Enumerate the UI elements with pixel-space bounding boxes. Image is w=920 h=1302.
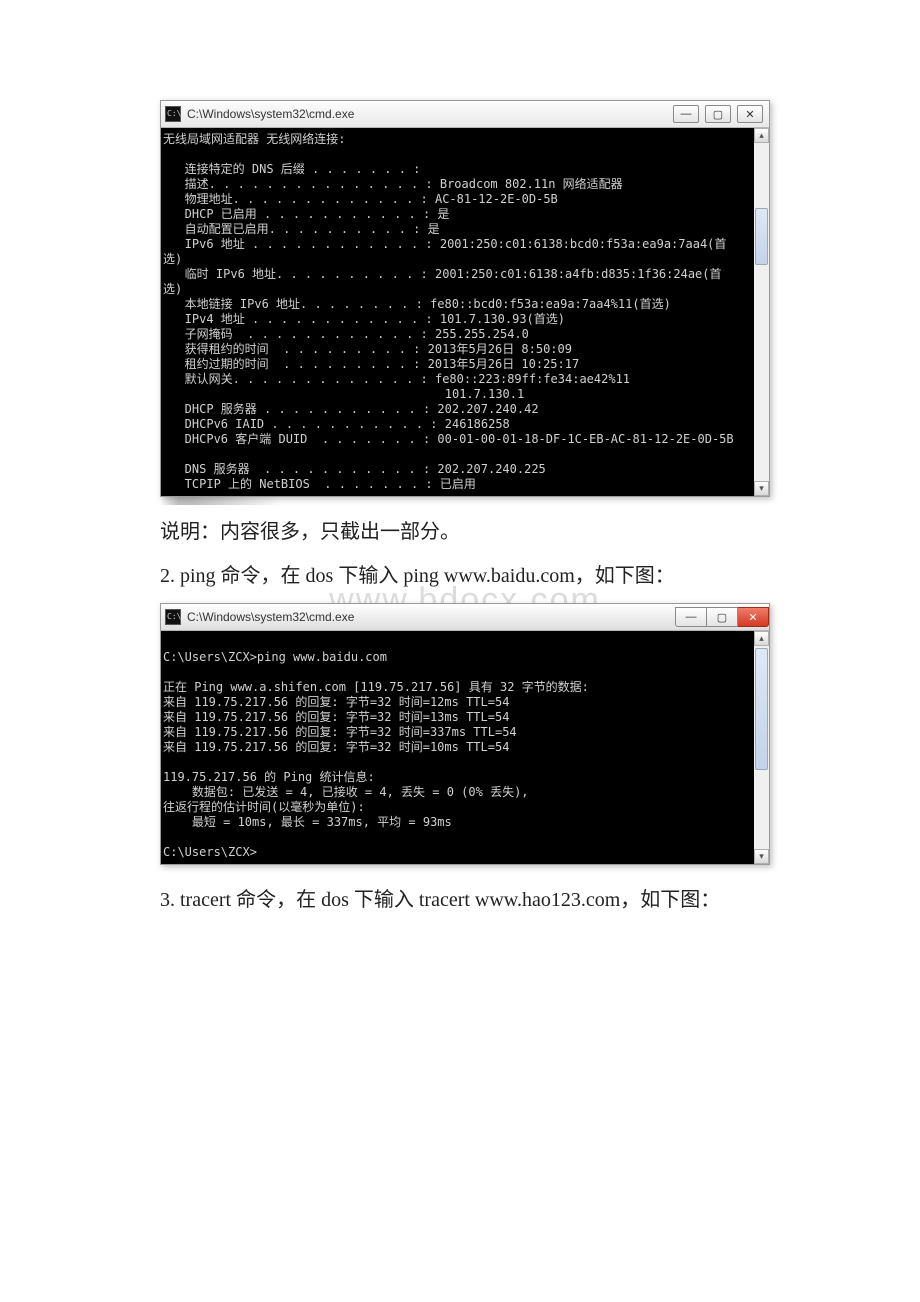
maximize-icon: ▢ <box>713 108 723 121</box>
minimize-icon: — <box>686 611 697 623</box>
maximize-icon: ▢ <box>717 611 727 624</box>
window-buttons: — ▢ ✕ <box>675 607 769 627</box>
cmd-icon <box>165 609 181 625</box>
close-button[interactable]: ✕ <box>738 607 769 627</box>
console-area: C:\Users\ZCX>ping www.baidu.com 正在 Ping … <box>161 631 769 864</box>
scroll-down-button[interactable]: ▾ <box>754 849 769 864</box>
console-area: 无线局域网适配器 无线网络连接: 连接特定的 DNS 后缀 . . . . . … <box>161 128 769 496</box>
chevron-down-icon: ▾ <box>759 483 764 494</box>
vertical-scrollbar[interactable]: ▴ ▾ <box>754 631 769 864</box>
chevron-down-icon: ▾ <box>759 851 764 862</box>
cmd-window-ipconfig: C:\Windows\system32\cmd.exe — ▢ ✕ 无线局域网适… <box>160 100 770 497</box>
scroll-thumb[interactable] <box>755 648 768 770</box>
note-text: 说明：内容很多，只截出一部分。 <box>160 515 770 549</box>
maximize-button[interactable]: ▢ <box>707 607 738 627</box>
window-title: C:\Windows\system32\cmd.exe <box>187 610 675 624</box>
titlebar[interactable]: C:\Windows\system32\cmd.exe — ▢ ✕ <box>161 604 769 631</box>
chevron-up-icon: ▴ <box>759 130 764 141</box>
step-2-text: 2. ping 命令，在 dos 下输入 ping www.baidu.com，… <box>160 559 770 593</box>
minimize-icon: — <box>681 108 692 120</box>
scroll-up-button[interactable]: ▴ <box>754 128 769 143</box>
window-title: C:\Windows\system32\cmd.exe <box>187 107 673 121</box>
scroll-down-button[interactable]: ▾ <box>754 481 769 496</box>
close-button[interactable]: ✕ <box>737 105 763 123</box>
chevron-up-icon: ▴ <box>759 633 764 644</box>
scroll-thumb[interactable] <box>755 208 768 265</box>
console-output[interactable]: 无线局域网适配器 无线网络连接: 连接特定的 DNS 后缀 . . . . . … <box>161 128 754 496</box>
vertical-scrollbar[interactable]: ▴ ▾ <box>754 128 769 496</box>
titlebar[interactable]: C:\Windows\system32\cmd.exe — ▢ ✕ <box>161 101 769 128</box>
close-icon: ✕ <box>745 108 754 121</box>
scroll-up-button[interactable]: ▴ <box>754 631 769 646</box>
step-3-text: 3. tracert 命令，在 dos 下输入 tracert www.hao1… <box>160 883 770 917</box>
scroll-track[interactable] <box>754 646 769 849</box>
minimize-button[interactable]: — <box>673 105 699 123</box>
window-buttons: — ▢ ✕ <box>673 105 765 123</box>
cmd-icon <box>165 106 181 122</box>
cmd-window-ping: C:\Windows\system32\cmd.exe — ▢ ✕ C:\Use… <box>160 603 770 865</box>
scroll-track[interactable] <box>754 143 769 481</box>
shadow-decoration <box>160 497 770 505</box>
console-output[interactable]: C:\Users\ZCX>ping www.baidu.com 正在 Ping … <box>161 631 754 864</box>
minimize-button[interactable]: — <box>675 607 707 627</box>
close-icon: ✕ <box>748 611 757 624</box>
maximize-button[interactable]: ▢ <box>705 105 731 123</box>
